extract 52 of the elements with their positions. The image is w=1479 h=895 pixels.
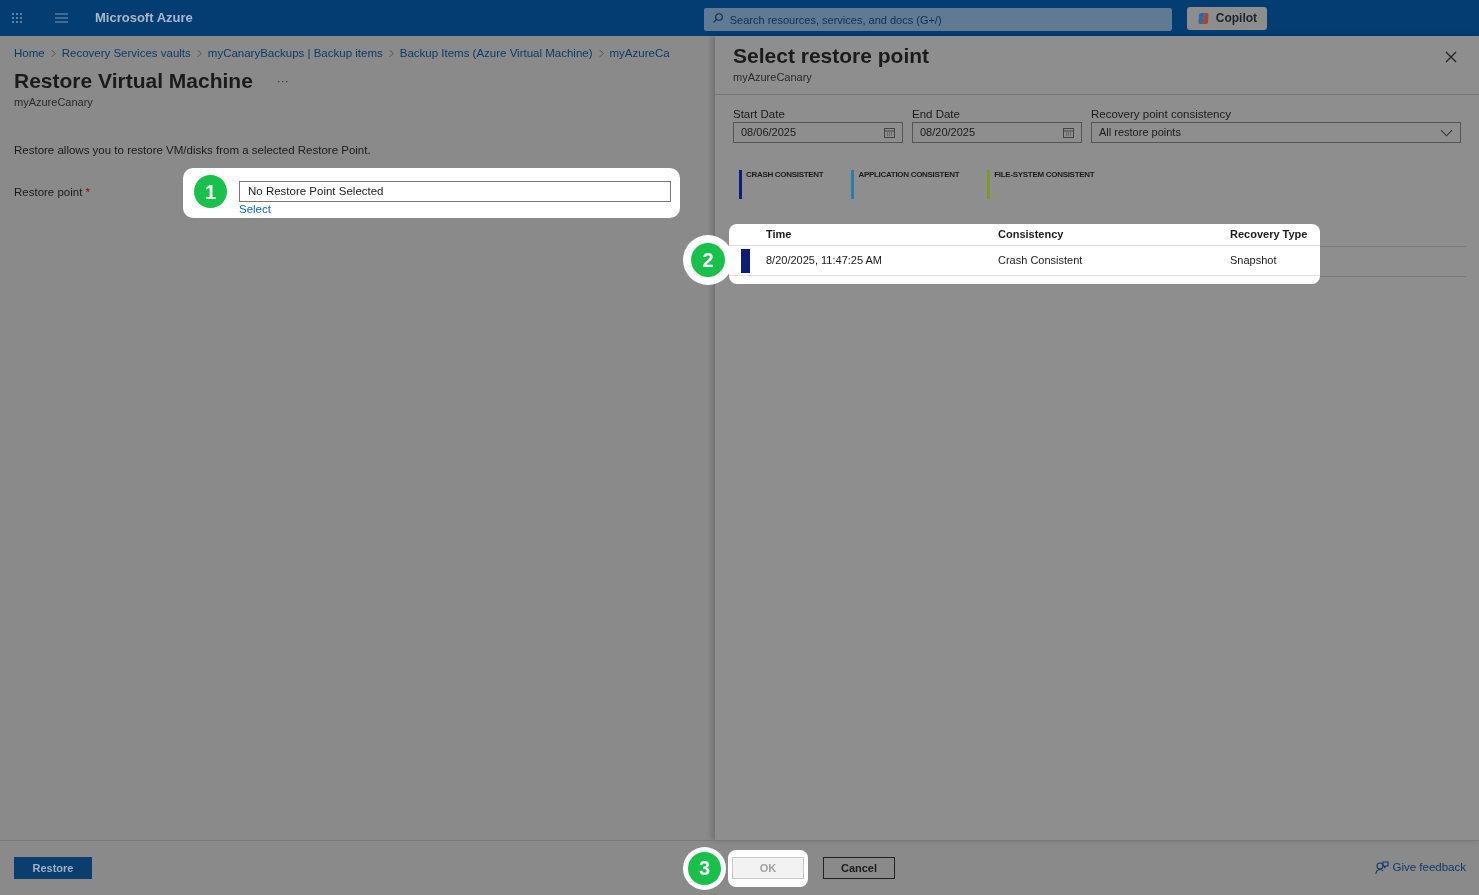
step-number-badge: 1 [194,175,227,208]
breadcrumb-link[interactable]: Backup Items (Azure Virtual Machine) [399,45,593,63]
menu-icon[interactable] [55,13,68,23]
table-cell-text: Crash Consistent [998,253,1084,269]
table-row[interactable]: 8/20/2025, 11:47:25 AM Crash Consistent Snapshot [729,246,1320,276]
app-grid-icon[interactable] [11,12,23,24]
date-field[interactable]: 08/06/2025 [733,122,903,143]
page-title: Restore Virtual Machine [14,68,253,95]
column-header: Consistency [998,227,1065,243]
step-number-badge: 3 [683,846,726,890]
panel-subtitle: myAzureCanary [733,70,813,85]
chevron-right-icon [598,49,604,59]
more-menu[interactable]: ··· [276,72,289,91]
brand-name[interactable]: Microsoft Azure [95,8,193,28]
copilot-logo-icon [1196,11,1210,25]
restore-point-label: Restore point [14,186,83,199]
chevron-down-icon [1440,128,1453,137]
cancel-button[interactable]: Cancel [823,857,895,879]
chevron-right-icon [388,49,394,59]
column-header: Recovery Type [1230,227,1309,243]
breadcrumb-link[interactable]: myCanaryBackups | Backup items [207,45,383,63]
description-text: Restore allows you to restore VM/disks from a selected Restore Point. [14,142,372,158]
legend-label: APPLICATION CONSISTENT [858,170,960,180]
column-header: Time [766,227,793,243]
copilot-button[interactable]: Copilot [1186,6,1268,30]
give-feedback-link[interactable]: Give feedback [1375,859,1466,877]
table-cell-text: Snapshot [1230,253,1278,269]
chevron-right-icon [50,49,56,59]
required-mark: * [85,186,91,199]
panel-title: Select restore point [733,43,930,69]
consistency-dropdown[interactable]: All restore points [1091,122,1461,143]
legend-label: FILE-SYSTEM CONSISTENT [994,170,1095,180]
search-icon [712,12,723,23]
filter-label: Recovery point consistency [1091,107,1232,122]
calendar-icon [884,127,895,138]
search-field[interactable]: Search resources, services, and docs (G+/) [703,8,1172,31]
restore-point-field[interactable]: No Restore Point Selected [239,181,671,202]
breadcrumb-link[interactable]: Recovery Services vaults [61,45,191,63]
date-field[interactable]: 08/20/2025 [912,122,1082,143]
legend-label: CRASH CONSISTENT [746,170,824,180]
breadcrumb-link[interactable]: Home [14,45,45,63]
filter-label: End Date [912,107,961,122]
feedback-person-icon [1375,861,1390,875]
select-link[interactable]: Select [239,202,271,217]
filter-label: Start Date [733,107,786,122]
calendar-icon [1063,127,1074,138]
breadcrumb-link[interactable]: myAzureCa [609,45,670,63]
restore-button[interactable]: Restore [14,857,92,879]
close-icon[interactable] [1445,51,1457,63]
page-subtitle: myAzureCanary [14,95,94,111]
table-cell-text: 8/20/2025, 11:47:25 AM [766,253,883,269]
chevron-right-icon [196,49,202,59]
